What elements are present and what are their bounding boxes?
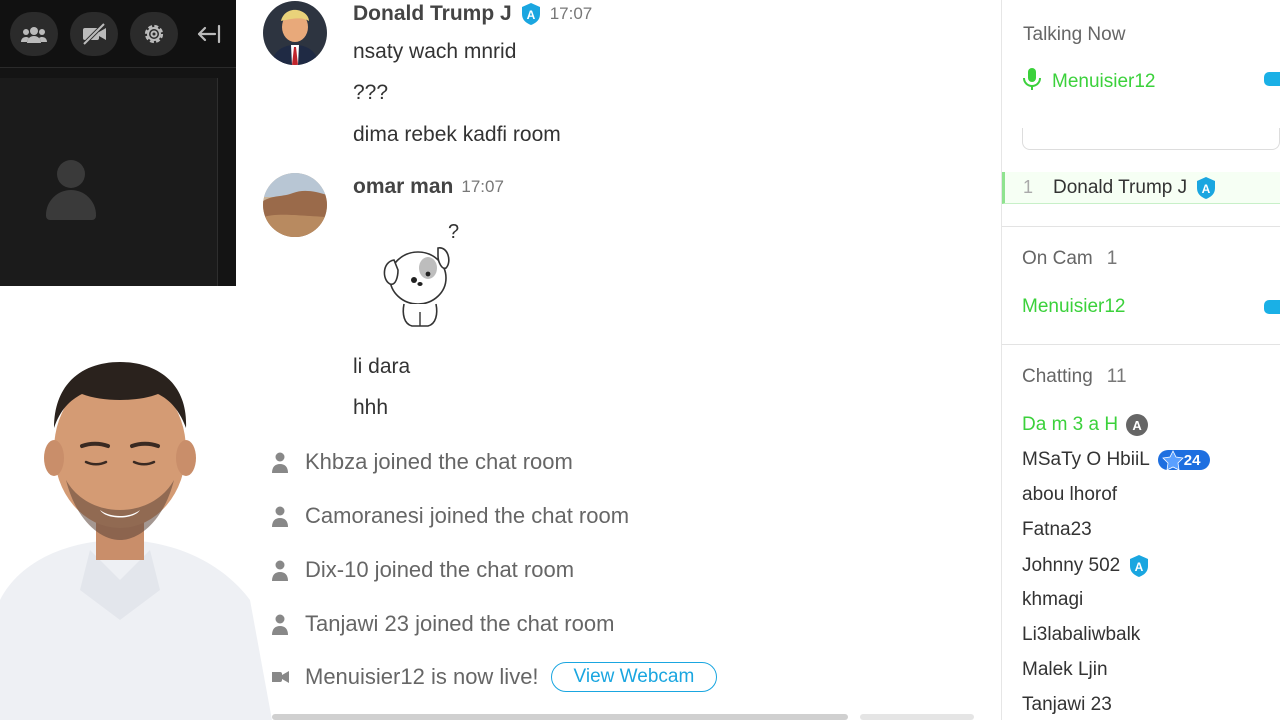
chatting-count: 11 <box>1106 366 1127 387</box>
admin-badge-icon: A <box>1126 414 1149 436</box>
talking-user-name: Menuisier12 <box>1052 71 1156 92</box>
talk-queue-box <box>1022 128 1280 150</box>
chat-room-page: Donald Trump J A 17:07 nsaty wach mnrid … <box>0 0 1280 720</box>
message-time: 17:07 <box>549 4 593 23</box>
avatar[interactable] <box>263 173 327 237</box>
talking-now-title: Talking Now <box>1023 24 1126 45</box>
svg-text:A: A <box>1135 560 1144 574</box>
chatting-label: Chatting <box>1022 366 1093 387</box>
avatar[interactable] <box>263 1 327 65</box>
user-icon <box>270 612 290 636</box>
verified-badge-icon: A <box>1128 554 1150 578</box>
chat-user[interactable]: Malek Ljin <box>1022 659 1108 681</box>
verified-badge-icon: A <box>520 2 542 26</box>
message-line: nsaty wach mnrid <box>353 40 517 63</box>
chat-input-edge <box>272 714 848 720</box>
chat-user[interactable]: Fatna23 <box>1022 519 1092 541</box>
talking-user[interactable]: Menuisier12 <box>1022 67 1156 97</box>
live-event: Menuisier12 is now live! View Webcam <box>270 662 718 692</box>
message-line: ??? <box>353 81 389 104</box>
message-author[interactable]: Donald Trump J <box>353 2 512 26</box>
svg-text:A: A <box>526 8 535 22</box>
chat-user[interactable]: abou lhorof <box>1022 484 1117 506</box>
queue-row[interactable]: 1 Donald Trump J A <box>1002 172 1280 204</box>
message-header: Donald Trump J A 17:07 <box>353 2 592 26</box>
collapse-left-icon[interactable] <box>184 12 232 56</box>
svg-text:A: A <box>1202 182 1211 196</box>
user-icon <box>270 450 290 474</box>
on-cam-count: 1 <box>1106 248 1118 269</box>
dog-sticker: ? <box>372 218 464 330</box>
chat-user-name: MSaTy O HbiiL <box>1022 449 1150 470</box>
message-header: omar man 17:07 <box>353 175 504 199</box>
star-icon <box>1161 450 1184 470</box>
queue-number: 1 <box>1023 177 1034 197</box>
chat-user[interactable]: Tanjawi 23 <box>1022 694 1112 716</box>
chat-user[interactable]: Johnny 502 A <box>1022 554 1150 578</box>
system-event: Tanjawi 23 joined the chat room <box>270 611 614 637</box>
chat-messages: Donald Trump J A 17:07 nsaty wach mnrid … <box>262 0 1002 720</box>
level-badge: 24 <box>1157 450 1211 470</box>
on-cam-label: On Cam <box>1022 248 1093 269</box>
system-event: Camoranesi joined the chat room <box>270 503 629 529</box>
chat-user-name: Johnny 502 <box>1022 555 1121 576</box>
level-number: 24 <box>1183 451 1201 469</box>
live-event-text: Menuisier12 is now live! <box>305 664 539 689</box>
message-line: hhh <box>353 396 389 419</box>
user-icon <box>270 504 290 528</box>
verified-badge-icon: A <box>1195 176 1217 200</box>
system-event-text: Khbza joined the chat room <box>305 449 573 474</box>
webcam-icon[interactable] <box>1264 300 1280 314</box>
gear-icon[interactable] <box>130 12 178 56</box>
microphone-icon <box>1022 67 1042 97</box>
chat-user-name: Da m 3 a H <box>1022 414 1119 435</box>
queue-user-name: Donald Trump J <box>1053 176 1188 198</box>
message-author[interactable]: omar man <box>353 175 453 199</box>
on-cam-user[interactable]: Menuisier12 <box>1022 296 1126 318</box>
own-camera-view <box>0 78 218 286</box>
camera-off-icon[interactable] <box>70 12 118 56</box>
chat-user[interactable]: Da m 3 a H A <box>1022 414 1149 436</box>
chat-user[interactable]: MSaTy O HbiiL 24 <box>1022 449 1211 471</box>
user-placeholder-body <box>46 190 96 220</box>
send-button-edge <box>860 714 974 720</box>
system-event-text: Tanjawi 23 joined the chat room <box>305 611 615 636</box>
camera-panel <box>0 0 236 286</box>
user-list-panel: Talking Now Menuisier12 1 Donald Trump J… <box>1001 0 1280 720</box>
system-event: Khbza joined the chat room <box>270 449 573 475</box>
sticker-question-mark: ? <box>448 221 459 243</box>
divider <box>1002 226 1280 227</box>
view-webcam-button[interactable]: View Webcam <box>550 662 718 692</box>
on-cam-title: On Cam 1 <box>1022 248 1117 270</box>
chat-user[interactable]: khmagi <box>1022 589 1083 611</box>
message-time: 17:07 <box>461 177 504 196</box>
system-event: Dix-10 joined the chat room <box>270 557 574 583</box>
users-icon[interactable] <box>10 12 58 56</box>
user-icon <box>270 558 290 582</box>
divider <box>1002 344 1280 345</box>
system-event-text: Dix-10 joined the chat room <box>305 557 575 582</box>
message-line: dima rebek kadfi room <box>353 123 561 146</box>
webcam-icon[interactable] <box>1264 72 1280 86</box>
video-camera-icon <box>270 665 290 689</box>
user-placeholder-icon <box>57 160 85 188</box>
camera-toolbar <box>0 0 236 68</box>
system-event-text: Camoranesi joined the chat room <box>305 503 630 528</box>
chat-user[interactable]: Li3labaliwbalk <box>1022 624 1140 646</box>
chatting-title: Chatting 11 <box>1022 366 1127 388</box>
message-line: li dara <box>353 355 411 378</box>
presenter-video <box>0 350 272 720</box>
